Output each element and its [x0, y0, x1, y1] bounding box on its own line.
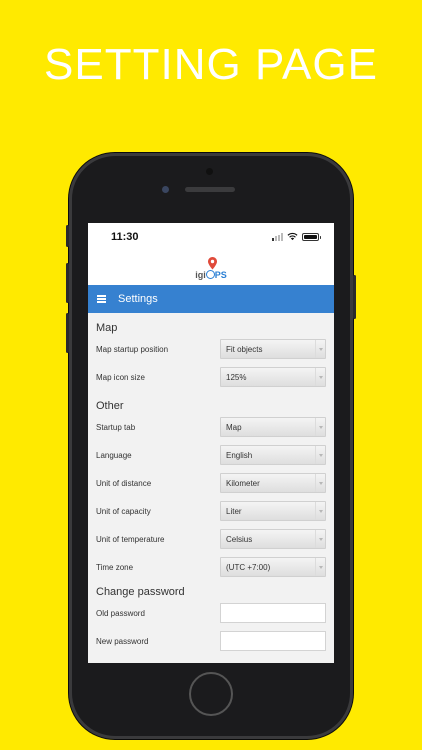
select-value: Map [226, 422, 242, 432]
setting-row-startup-tab: Startup tab Map [96, 413, 326, 441]
battery-icon [302, 232, 321, 241]
status-icons [272, 232, 321, 241]
proximity-sensor [206, 168, 213, 175]
setting-label: Old password [96, 608, 145, 618]
dropdown-arrow-icon [315, 418, 325, 436]
select-value: (UTC +7:00) [226, 562, 271, 572]
signal-icon [272, 232, 283, 241]
dropdown-arrow-icon [315, 446, 325, 464]
app-header: Settings [88, 285, 334, 313]
unit-of-temperature-select[interactable]: Celsius [220, 529, 326, 549]
setting-label: Language [96, 450, 132, 460]
setting-label: Startup tab [96, 422, 136, 432]
old-password-input[interactable] [220, 603, 326, 623]
setting-label: Map startup position [96, 344, 169, 354]
language-select[interactable]: English [220, 445, 326, 465]
dropdown-arrow-icon [315, 474, 325, 492]
select-value: Celsius [226, 534, 253, 544]
map-icon-size-select[interactable]: 125% [220, 367, 326, 387]
power-button [353, 275, 356, 319]
setting-label: Unit of distance [96, 478, 152, 488]
front-camera [162, 186, 169, 193]
app-logo: igi PS [195, 257, 227, 280]
menu-icon[interactable] [97, 295, 106, 303]
dropdown-arrow-icon [315, 502, 325, 520]
page-title: Settings [118, 293, 158, 305]
dropdown-arrow-icon [315, 558, 325, 576]
unit-of-capacity-select[interactable]: Liter [220, 501, 326, 521]
setting-row-language: Language English [96, 441, 326, 469]
setting-row-old-password: Old password [96, 599, 326, 627]
time-zone-select[interactable]: (UTC +7:00) [220, 557, 326, 577]
status-time: 11:30 [111, 231, 139, 243]
setting-row-unit-of-temperature: Unit of temperature Celsius [96, 525, 326, 553]
app-screen: 11:30 igi PS Settings Map Map startup po… [88, 223, 334, 663]
select-value: 125% [226, 372, 247, 382]
home-button[interactable] [189, 672, 233, 716]
setting-row-unit-of-distance: Unit of distance Kilometer [96, 469, 326, 497]
map-pin-icon [208, 257, 218, 270]
setting-row-unit-of-capacity: Unit of capacity Liter [96, 497, 326, 525]
section-title-change-password: Change password [96, 586, 185, 598]
select-value: Kilometer [226, 478, 260, 488]
logo-bar: igi PS [88, 249, 334, 285]
logo-suffix: PS [214, 270, 227, 280]
select-value: Liter [226, 506, 242, 516]
logo-prefix: igi [195, 270, 206, 280]
promo-headline: SETTING PAGE [44, 40, 378, 89]
unit-of-distance-select[interactable]: Kilometer [220, 473, 326, 493]
earpiece-speaker [185, 187, 235, 192]
volume-up-button [66, 263, 69, 303]
status-bar: 11:30 [88, 223, 334, 249]
dropdown-arrow-icon [315, 368, 325, 386]
new-password-input[interactable] [220, 631, 326, 651]
volume-down-button [66, 313, 69, 353]
select-value: English [226, 450, 253, 460]
section-title-map: Map [96, 322, 118, 334]
section-title-other: Other [96, 400, 124, 412]
dropdown-arrow-icon [315, 530, 325, 548]
setting-label: Map icon size [96, 372, 145, 382]
setting-row-time-zone: Time zone (UTC +7:00) [96, 553, 326, 581]
dropdown-arrow-icon [315, 340, 325, 358]
setting-label: Unit of capacity [96, 506, 151, 516]
startup-tab-select[interactable]: Map [220, 417, 326, 437]
map-startup-position-select[interactable]: Fit objects [220, 339, 326, 359]
logo-g-circle [205, 270, 215, 279]
mute-switch [66, 225, 69, 247]
setting-label: Time zone [96, 562, 134, 572]
setting-row-map-icon-size: Map icon size 125% [96, 363, 326, 391]
settings-form: Map Map startup position Fit objects Map… [88, 313, 334, 655]
wifi-icon [287, 232, 298, 241]
select-value: Fit objects [226, 344, 263, 354]
setting-label: New password [96, 636, 149, 646]
setting-row-map-startup-position: Map startup position Fit objects [96, 335, 326, 363]
setting-row-new-password: New password [96, 627, 326, 655]
setting-label: Unit of temperature [96, 534, 165, 544]
